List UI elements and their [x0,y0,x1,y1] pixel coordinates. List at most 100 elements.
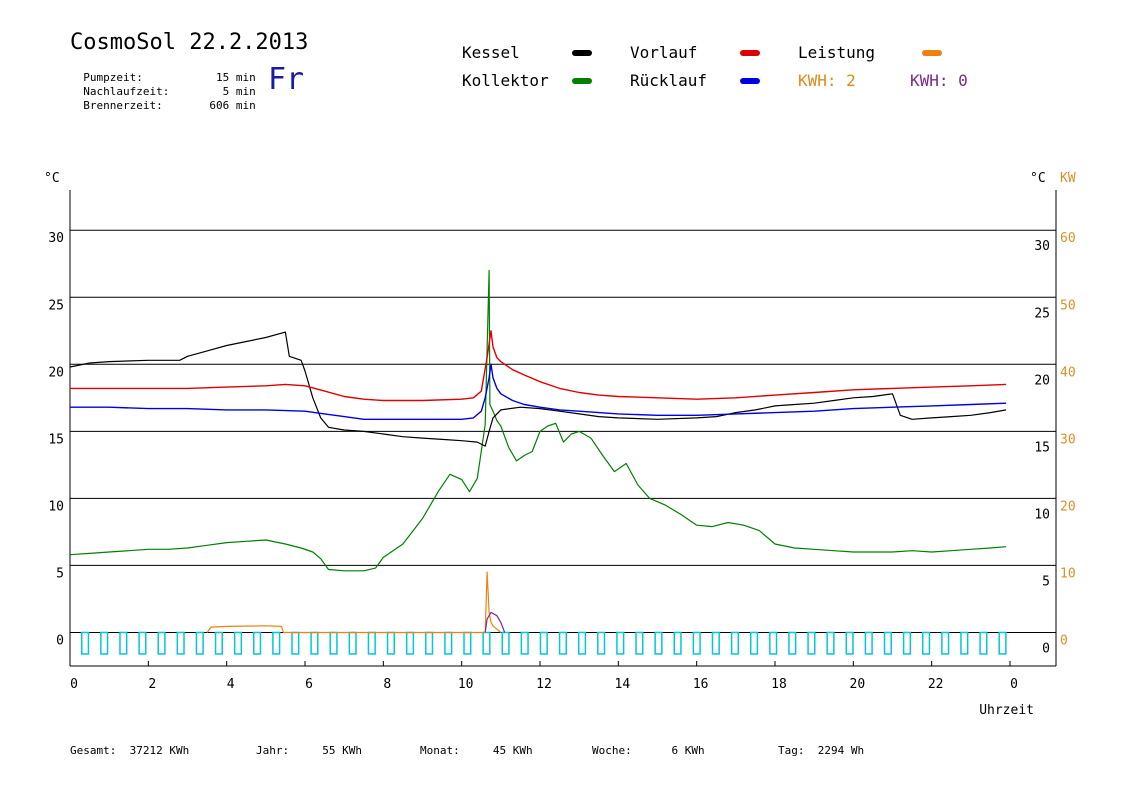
y-tick-label-left: 25 [48,298,64,313]
pump-bar [329,631,338,655]
x-tick-label: 0 [70,677,78,692]
power-tick-label: 40 [1060,365,1076,380]
pump-bar [979,631,988,655]
footer-value: 6 KWh [671,744,705,757]
pump-bar [883,631,892,655]
pump-bar [730,631,740,655]
pump-bar [845,631,854,655]
y-axis-label-left: °C [44,171,60,186]
pump-bar [711,631,720,655]
footer-value: 55 KWh [322,744,362,757]
pump-bar [81,631,90,655]
pump-bar [405,631,415,655]
pump-bar [807,631,816,655]
footer-value: 2294 Wh [817,744,865,757]
pump-bar [635,631,644,655]
pump-bar [616,631,625,655]
x-tick-label: 2 [148,677,156,692]
pump-bar [941,631,950,655]
y-axis-label-right: °C [1030,171,1046,186]
footer-label: Gesamt: [70,744,117,757]
y-tick-label-right: 10 [1034,507,1050,522]
pump-bar [214,631,223,655]
x-tick-label: 20 [850,677,866,692]
pump-bar [195,631,204,655]
pump-bar [348,631,357,655]
footer-label: Monat: [420,744,460,757]
y-tick-label-left: 15 [48,432,64,447]
pump-bar [654,631,663,655]
chart-axes [69,190,1057,667]
y-tick-label-right: 0 [1042,641,1050,656]
pump-bar [826,631,835,655]
x-tick-label: 16 [693,677,709,692]
x-tick-label: 18 [771,677,787,692]
temperature-chart: 0 2 4 6 8 10 12 14 16 18 20 22 0Uhrzeit0055101015152… [44,171,1076,718]
x-axis-label: Uhrzeit [979,703,1034,718]
pump-bar [673,631,682,655]
x-tick-label: 12 [536,677,552,692]
footer-label: Jahr: [256,744,290,757]
pump-bar [138,631,147,655]
series-lines [69,269,1007,634]
x-tick-label: 0 [1010,677,1018,692]
pump-bar [558,631,568,655]
pump-bar [444,631,453,655]
pump-bar [233,631,243,655]
pump-bar [769,631,778,655]
footer-monat: Monat: 45 KWh [420,744,533,757]
y-tick-label-left: 0 [56,633,64,648]
power-tick-label: 0 [1060,633,1068,648]
pump-bar [921,631,931,655]
pump-bar [539,631,548,655]
pump-bar [597,631,606,655]
pump-bar [902,631,912,655]
y-tick-label-right: 25 [1034,306,1050,321]
y-tick-label-left: 5 [56,566,64,581]
y-tick-label-left: 30 [48,231,64,246]
y-tick-label-right: 5 [1042,574,1050,589]
grid-lines [70,229,1056,633]
x-tick-label: 4 [227,677,235,692]
footer-tag: Tag: 2294 Wh [778,744,864,757]
pump-bar [119,631,128,655]
pump-bar [272,631,281,655]
x-tick-label: 6 [305,677,313,692]
pump-bar [367,631,376,655]
x-tick-label: 22 [928,677,944,692]
pump-bar [960,631,969,655]
y-axis-label-power: KW [1060,171,1076,186]
pump-bar [386,631,396,655]
pump-bar [482,631,491,655]
pump-bar [501,631,510,655]
series-kollektor [69,269,1007,572]
y-tick-label-right: 30 [1034,239,1050,254]
pump-bar [692,631,701,655]
footer-jahr: Jahr: 55 KWh [256,744,362,757]
series-leistung [206,571,502,634]
series-ruecklauf [70,363,1007,420]
footer-gesamt: Gesamt: 37212 KWh [70,744,189,757]
power-tick-label: 10 [1060,566,1076,581]
x-tick-label: 10 [458,677,474,692]
pump-bar [998,631,1007,655]
pump-bar [577,631,587,655]
y-tick-label-left: 10 [48,499,64,514]
pump-indicator [81,631,1007,655]
pump-bar [100,631,109,655]
pump-bar [864,631,873,655]
footer-value: 45 KWh [492,744,533,757]
pump-bar [463,631,472,655]
y-tick-label-right: 15 [1034,440,1050,455]
pump-bar [788,631,797,655]
footer-woche: Woche: 6 KWh [592,744,705,757]
power-tick-label: 60 [1060,231,1076,246]
pump-bar [157,631,166,655]
series-vorlauf [70,330,1007,402]
pump-bar [253,631,262,655]
power-tick-label: 50 [1060,298,1076,313]
footer-label: Woche: [592,744,632,757]
x-tick-label: 14 [615,677,631,692]
pump-bar [176,631,185,655]
pump-bar [291,631,300,655]
